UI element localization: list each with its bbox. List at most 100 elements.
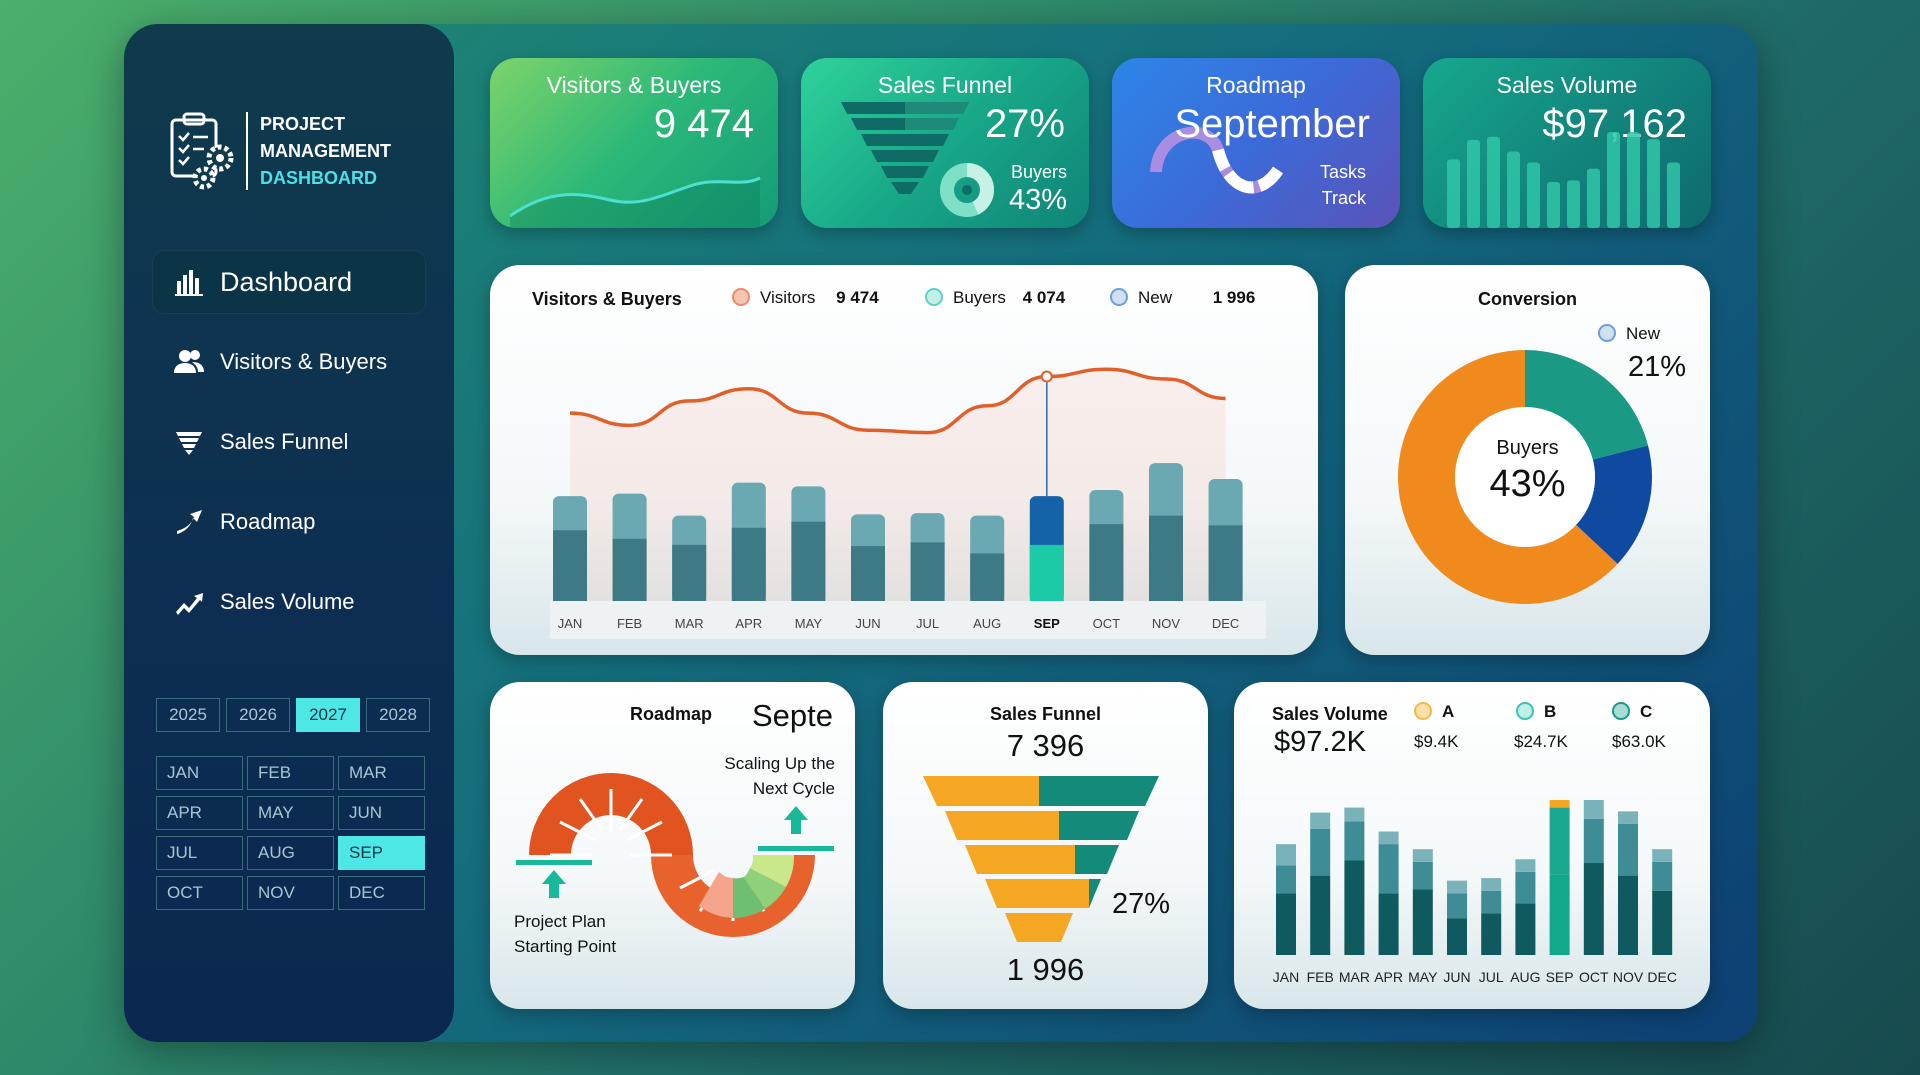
year-button-2026[interactable]: 2026 [226, 698, 290, 732]
bar-a-jul[interactable] [1481, 878, 1502, 891]
bar-c-mar[interactable] [1344, 860, 1365, 956]
spark-bar-aug [1587, 168, 1600, 228]
end-arrow-icon [758, 806, 834, 851]
month-button-oct[interactable]: OCT [156, 876, 243, 910]
bar-b-mar[interactable] [1344, 821, 1365, 861]
bar-c-feb[interactable] [1310, 875, 1331, 955]
kpi-roadmap-card[interactable]: Roadmap September Tasks Track [1112, 58, 1400, 228]
bar-a-mar[interactable] [1344, 807, 1365, 822]
nav-label: Sales Volume [220, 589, 355, 614]
bar-b-nov[interactable] [1618, 823, 1638, 876]
bar-a-sep[interactable] [1549, 800, 1570, 808]
bar-c-dec[interactable] [1652, 890, 1673, 955]
bar-b-jul[interactable] [1481, 890, 1502, 914]
kpi-volume-card[interactable]: Sales Volume $97,162 [1423, 58, 1711, 228]
bar-a-apr[interactable] [1378, 831, 1399, 845]
bar-b-apr[interactable] [1378, 844, 1399, 894]
bar-c-apr[interactable] [1378, 893, 1399, 955]
funnel-top-value: 7 396 [1006, 728, 1085, 763]
month-button-jun[interactable]: JUN [338, 796, 425, 830]
visitors-area [570, 369, 1226, 601]
month-button-nov[interactable]: NOV [247, 876, 334, 910]
kpi-sub2: Track [1321, 188, 1366, 208]
year-button-2025[interactable]: 2025 [156, 698, 220, 732]
x-tick-label: MAY [795, 616, 823, 631]
month-button-mar[interactable]: MAR [338, 756, 425, 790]
bar-new-sep[interactable] [1029, 544, 1064, 601]
bar-a-nov[interactable] [1618, 811, 1638, 824]
kpi-title: Sales Volume [1496, 72, 1638, 98]
bar-b-oct[interactable] [1583, 818, 1604, 864]
sales-volume-card: Sales Volume $97.2K A $9.4K B $24.7K C $… [1234, 682, 1710, 1009]
kpi-sub1: Tasks [1319, 162, 1366, 182]
bar-c-may[interactable] [1412, 889, 1433, 955]
bar-a-jun[interactable] [1447, 880, 1467, 894]
bar-a-dec[interactable] [1652, 849, 1673, 862]
x-tick-label: AUG [1510, 969, 1540, 985]
bar-new-dec[interactable] [1208, 525, 1243, 601]
bar-new-jul[interactable] [910, 542, 945, 601]
bar-new-mar[interactable] [672, 544, 707, 601]
nav-item-roadmap[interactable]: Roadmap [152, 490, 426, 554]
nav-label: Visitors & Buyers [220, 349, 388, 374]
month-button-jul[interactable]: JUL [156, 836, 243, 870]
bar-new-aug[interactable] [970, 553, 1005, 601]
conversion-card: Conversion New 21% Buyers 43% [1345, 265, 1710, 655]
bar-new-feb[interactable] [612, 538, 647, 601]
buyers-donut [940, 163, 994, 217]
visitors-sparkline [509, 176, 761, 228]
bar-c-aug[interactable] [1515, 903, 1536, 955]
month-button-jan[interactable]: JAN [156, 756, 243, 790]
year-button-2028[interactable]: 2028 [366, 698, 430, 732]
bar-b-dec[interactable] [1652, 861, 1673, 891]
x-tick-label: NOV [1152, 616, 1181, 631]
bar-new-may[interactable] [791, 521, 826, 601]
bar-c-sep[interactable] [1549, 874, 1570, 955]
bar-new-jun[interactable] [851, 546, 885, 601]
bar-a-may[interactable] [1412, 849, 1433, 862]
bar-new-nov[interactable] [1149, 515, 1183, 601]
bar-c-jul[interactable] [1481, 913, 1502, 955]
main-nav: Dashboard Visitors & Buyers Sales Funnel… [152, 250, 426, 650]
bar-c-jan[interactable] [1276, 893, 1296, 955]
brand-name: PROJECT MANAGEMENT DASHBOARD [260, 111, 391, 192]
bar-a-oct[interactable] [1583, 800, 1604, 819]
bar-c-nov[interactable] [1618, 875, 1638, 955]
month-button-dec[interactable]: DEC [338, 876, 425, 910]
month-button-apr[interactable]: APR [156, 796, 243, 830]
x-tick-label: DEC [1647, 969, 1677, 985]
bar-new-oct[interactable] [1089, 524, 1124, 601]
year-button-2027[interactable]: 2027 [296, 698, 360, 732]
nav-label: Roadmap [220, 509, 316, 534]
nav-item-sales-volume[interactable]: Sales Volume [152, 570, 426, 634]
funnel-percent: 27% [1111, 888, 1170, 920]
month-button-may[interactable]: MAY [247, 796, 334, 830]
bar-new-apr[interactable] [731, 527, 766, 601]
bar-new-jan[interactable] [553, 530, 587, 601]
bar-b-may[interactable] [1412, 861, 1433, 890]
nav-item-funnel[interactable]: Sales Funnel [152, 410, 426, 474]
bar-c-oct[interactable] [1583, 863, 1604, 955]
volume-sparkbars [1447, 132, 1680, 228]
bar-a-aug[interactable] [1515, 859, 1536, 872]
bar-a-feb[interactable] [1310, 812, 1331, 829]
nav-item-dashboard[interactable]: Dashboard [152, 250, 426, 314]
month-button-sep[interactable]: SEP [338, 836, 425, 870]
bar-b-jan[interactable] [1276, 865, 1296, 894]
legend-swatch [1598, 324, 1616, 342]
legend-new[interactable]: New [1598, 324, 1660, 344]
kpi-funnel-card[interactable]: Sales Funnel 27% Buyers 43% [801, 58, 1089, 228]
roadmap-card: Roadmap Septe Scaling Up the Next Cycle … [490, 682, 855, 1009]
bar-b-aug[interactable] [1515, 871, 1536, 904]
x-tick-label: JAN [1273, 969, 1299, 985]
kpi-visitors-card[interactable]: Visitors & Buyers 9 474 [490, 58, 778, 228]
bar-b-sep[interactable] [1549, 807, 1570, 875]
bar-a-jan[interactable] [1276, 844, 1296, 866]
month-button-feb[interactable]: FEB [247, 756, 334, 790]
bar-b-feb[interactable] [1310, 829, 1331, 876]
visitors-point-sep[interactable] [1040, 370, 1053, 383]
month-button-aug[interactable]: AUG [247, 836, 334, 870]
bar-b-jun[interactable] [1447, 893, 1467, 919]
bar-c-jun[interactable] [1447, 918, 1467, 955]
nav-item-visitors[interactable]: Visitors & Buyers [152, 330, 426, 394]
